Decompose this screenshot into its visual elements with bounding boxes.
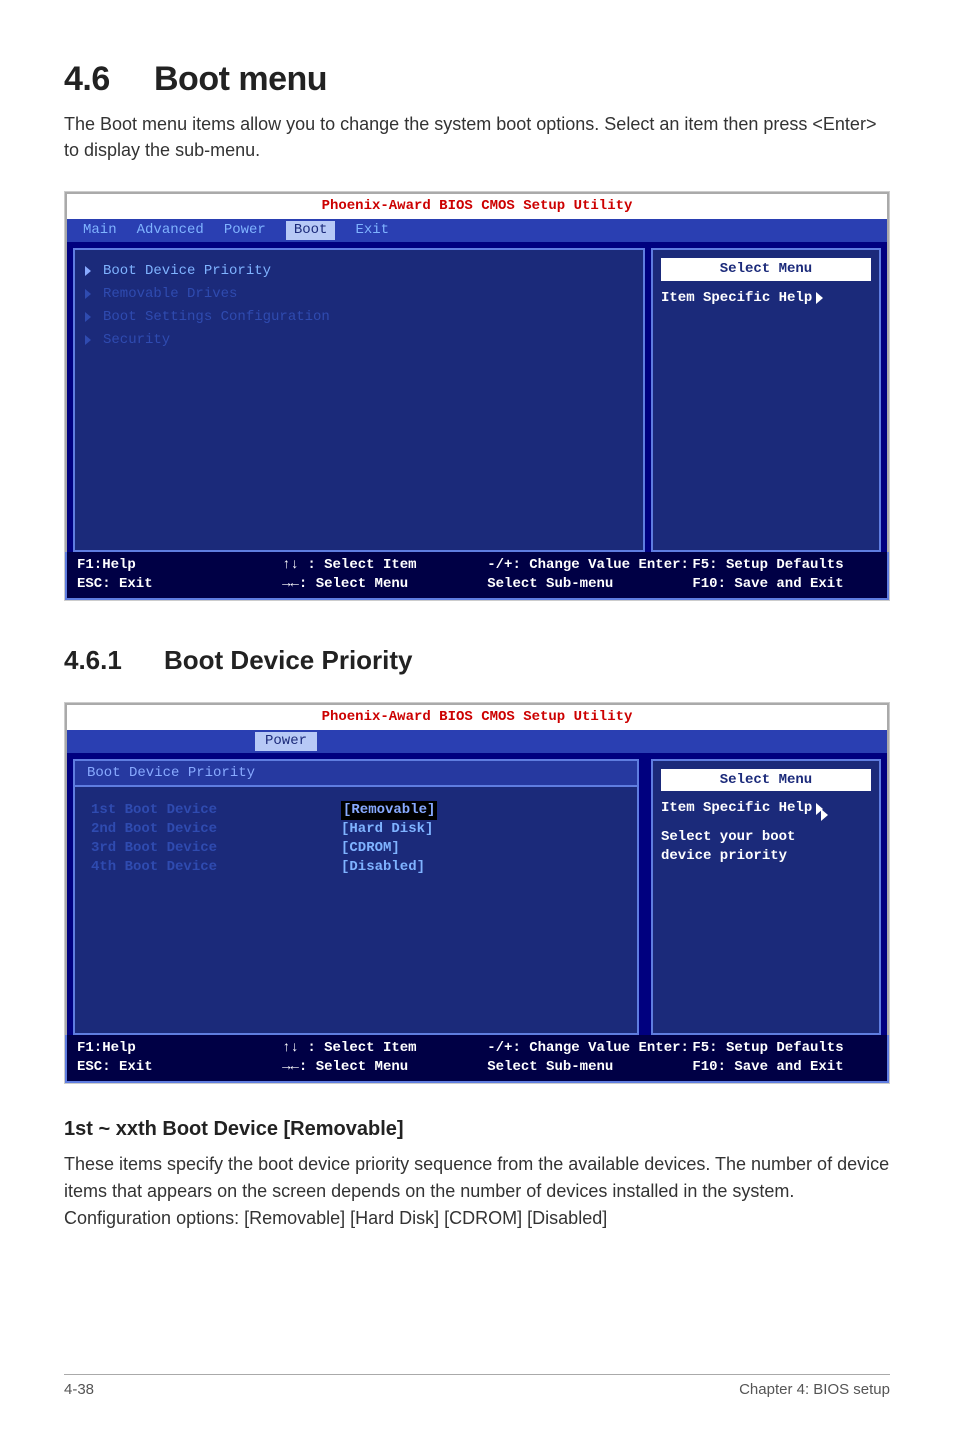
menu-item-removable-drives[interactable]: Removable Drives — [85, 283, 633, 306]
section-title-text: Boot menu — [154, 60, 327, 98]
chevron-right-icon — [816, 292, 823, 304]
select-menu-label: Select Menu — [661, 258, 871, 281]
bios-left-pane-2: Boot Device Priority 1st Boot Device[Rem… — [67, 753, 645, 1036]
subsection-title: Boot Device Priority — [164, 645, 413, 675]
chevron-double-right-icon — [816, 803, 823, 815]
footer-col-1: F1:Help ESC: Exit — [77, 556, 282, 594]
bios-title: Phoenix-Award BIOS CMOS Setup Utility — [65, 703, 889, 730]
footer-col-3: -/+: Change Value Enter: Select Sub-menu — [487, 556, 692, 594]
menu-item-label: Boot Device Priority — [103, 262, 271, 281]
chapter-label: Chapter 4: BIOS setup — [739, 1381, 890, 1398]
bios-screenshot-1: Phoenix-Award BIOS CMOS Setup Utility Ma… — [64, 191, 890, 601]
tab-power[interactable]: Power — [255, 732, 317, 751]
bios-menubar-2: Power — [65, 730, 889, 753]
footer-col-4: F5: Setup Defaults F10: Save and Exit — [692, 556, 877, 594]
menu-item-security[interactable]: Security — [85, 329, 633, 352]
footer-col-3: -/+: Change Value Enter: Select Sub-menu — [487, 1039, 692, 1077]
tab-power[interactable]: Power — [224, 221, 266, 240]
help-text-line-2: device priority — [661, 847, 871, 866]
footer-col-1: F1:Help ESC: Exit — [77, 1039, 282, 1077]
chevron-right-icon — [85, 335, 91, 345]
bios-footer-2: F1:Help ESC: Exit ↑↓ : Select Item →←: S… — [65, 1035, 889, 1083]
body-paragraph-2: Configuration options: [Removable] [Hard… — [64, 1205, 890, 1232]
minor-heading: 1st ~ xxth Boot Device [Removable] — [64, 1118, 890, 1141]
select-menu-label: Select Menu — [661, 769, 871, 792]
section-heading: 4.6Boot menu — [64, 60, 890, 99]
item-specific-help: Item Specific Help — [661, 289, 871, 308]
bios-screenshot-2: Phoenix-Award BIOS CMOS Setup Utility Po… — [64, 702, 890, 1084]
bios-footer: F1:Help ESC: Exit ↑↓ : Select Item →←: S… — [65, 552, 889, 600]
item-specific-help: Item Specific Help — [661, 799, 871, 818]
priority-pane: 1st Boot Device[Removable] 2nd Boot Devi… — [73, 785, 639, 1035]
bios-left-pane: Boot Device Priority Removable Drives Bo… — [73, 248, 645, 552]
page-footer: 4-38 Chapter 4: BIOS setup — [64, 1374, 890, 1398]
pane-title: Boot Device Priority — [73, 759, 639, 786]
tab-exit[interactable]: Exit — [355, 221, 389, 240]
bios-right-pane-2: Select Menu Item Specific Help Select yo… — [651, 759, 881, 1036]
menu-item-boot-settings-config[interactable]: Boot Settings Configuration — [85, 306, 633, 329]
menu-item-label: Boot Settings Configuration — [103, 308, 330, 327]
boot-device-1[interactable]: 1st Boot Device[Removable] — [91, 801, 621, 820]
tab-main[interactable]: Main — [83, 221, 117, 240]
boot-device-3[interactable]: 3rd Boot Device[CDROM] — [91, 839, 621, 858]
menu-item-boot-device-priority[interactable]: Boot Device Priority — [85, 260, 633, 283]
chevron-right-icon — [85, 266, 91, 276]
bios-menubar: Main Advanced Power Boot Exit — [65, 219, 889, 242]
menu-item-label: Security — [103, 331, 170, 350]
tab-advanced[interactable]: Advanced — [137, 221, 204, 240]
subsection-number: 4.6.1 — [64, 645, 164, 676]
boot-device-2[interactable]: 2nd Boot Device[Hard Disk] — [91, 820, 621, 839]
intro-paragraph: The Boot menu items allow you to change … — [64, 111, 890, 163]
section-number: 4.6 — [64, 60, 154, 99]
chevron-right-icon — [85, 289, 91, 299]
body-paragraph-1: These items specify the boot device prio… — [64, 1151, 890, 1205]
boot-device-4[interactable]: 4th Boot Device[Disabled] — [91, 858, 621, 877]
footer-col-2: ↑↓ : Select Item →←: Select Menu — [282, 1039, 487, 1077]
tab-boot[interactable]: Boot — [286, 221, 336, 240]
footer-col-2: ↑↓ : Select Item →←: Select Menu — [282, 556, 487, 594]
menu-item-label: Removable Drives — [103, 285, 237, 304]
bios-title: Phoenix-Award BIOS CMOS Setup Utility — [65, 192, 889, 219]
bios-right-pane: Select Menu Item Specific Help — [651, 248, 881, 552]
help-text-line-1: Select your boot — [661, 828, 871, 847]
page-number: 4-38 — [64, 1381, 94, 1398]
footer-col-4: F5: Setup Defaults F10: Save and Exit — [692, 1039, 877, 1077]
chevron-right-icon — [85, 312, 91, 322]
subsection-heading: 4.6.1Boot Device Priority — [64, 645, 890, 676]
